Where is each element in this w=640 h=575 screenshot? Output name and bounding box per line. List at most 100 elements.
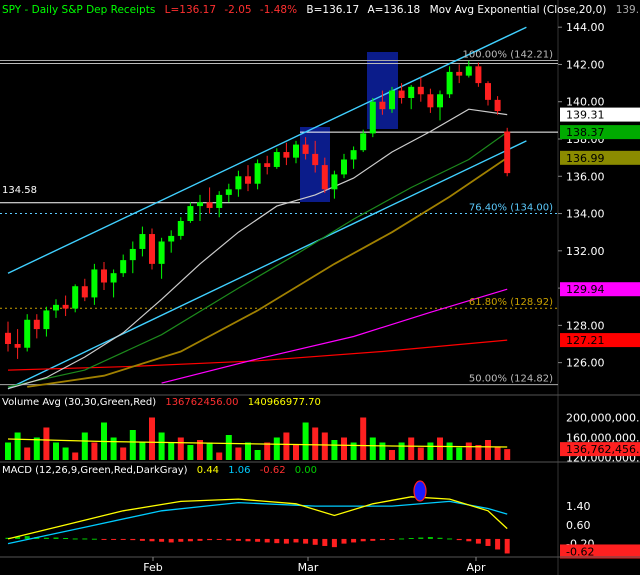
candle-body xyxy=(273,152,280,167)
price-tick-label: 144.00 xyxy=(566,21,605,34)
volume-bar xyxy=(43,427,50,460)
volume-bar xyxy=(149,417,155,460)
price-tick-label: 128.00 xyxy=(566,319,605,332)
x-tick-label: Apr xyxy=(466,561,486,574)
volume-value: 136762456.00 xyxy=(165,397,238,408)
candle-body xyxy=(446,71,453,95)
candle-body xyxy=(206,202,213,208)
volume-tag-label: 136,762,456.00 xyxy=(566,443,640,456)
volume-bar xyxy=(331,440,338,460)
candle-body xyxy=(158,241,165,264)
volume-avg-value: 140966977.70 xyxy=(248,397,321,408)
candle-body xyxy=(129,248,136,261)
macd-histogram-bar xyxy=(331,538,337,548)
candle-body xyxy=(5,332,11,344)
candle-body xyxy=(53,304,59,311)
candle-body xyxy=(302,144,309,154)
macd-histogram-bar xyxy=(283,538,289,544)
candle-body xyxy=(341,159,347,175)
price-axis: 144.00142.00140.00138.00136.00134.00132.… xyxy=(558,21,605,370)
volume-bar xyxy=(216,452,223,460)
macd-histogram-bar xyxy=(72,538,78,540)
macd-histogram-bar xyxy=(475,538,481,544)
candle-body xyxy=(149,234,155,264)
volume-bar xyxy=(321,432,328,460)
indicator-value: 139. xyxy=(616,4,639,16)
macd-tick-label: 0.60 xyxy=(566,519,591,532)
candle-body xyxy=(389,90,395,110)
macd-histogram-bar xyxy=(466,538,472,542)
volume-bar xyxy=(312,427,319,460)
candle-body xyxy=(24,319,31,348)
macd-header: MACD (12,26,9,Green,Red,DarkGray) 0.44 1… xyxy=(2,465,317,476)
candle-body xyxy=(312,153,319,166)
candle-body xyxy=(504,131,511,174)
macd-histogram-bar xyxy=(235,538,241,541)
macd-histogram-bar xyxy=(159,538,165,542)
volume-bar xyxy=(187,445,194,460)
volume-bar xyxy=(417,447,424,460)
macd-tick-label: 1.40 xyxy=(566,500,591,513)
volume-bar xyxy=(485,440,491,460)
macd-histogram-bar xyxy=(303,538,309,544)
volume-bar xyxy=(398,442,405,460)
macd-histogram-bar xyxy=(389,538,395,540)
fib-labels: 100.00% (142.21) 76.40% (134.00) 61.80% (1… xyxy=(463,50,554,385)
volume-header: Volume Avg (30,30,Green,Red) 136762456.0… xyxy=(2,397,321,408)
price-change: -2.05 xyxy=(224,4,251,16)
fib-label: 50.00% (124.82) xyxy=(469,374,553,385)
x-tick-label: Feb xyxy=(143,561,162,574)
stock-chart: SPY - Daily S&P Dep Receipts L=136.17 -2… xyxy=(0,0,640,575)
macd-histogram-bar xyxy=(178,538,184,542)
volume-bars xyxy=(5,417,511,460)
volume-bar xyxy=(446,442,453,460)
candle-body xyxy=(245,176,251,184)
volume-bar xyxy=(360,417,367,460)
price-tick-label: 140.00 xyxy=(566,96,605,109)
bid-price: B=136.17 xyxy=(306,4,359,16)
volume-bar xyxy=(206,442,213,460)
price-tick-label: 142.00 xyxy=(566,58,605,71)
volume-bar xyxy=(120,447,127,460)
volume-bar xyxy=(264,442,271,460)
volume-bar xyxy=(72,452,79,460)
price-tick-label: 136.00 xyxy=(566,170,605,183)
macd-histogram-bar xyxy=(264,538,270,543)
macd-histogram-bar xyxy=(139,538,145,541)
macd-histogram-bar xyxy=(216,538,222,540)
candle-body xyxy=(408,86,415,98)
macd-histogram-bar xyxy=(408,538,414,539)
macd-histogram-bar xyxy=(274,538,280,544)
volume-title: Volume Avg (30,30,Green,Red) xyxy=(2,397,156,408)
candle-body xyxy=(254,163,261,184)
candle-body xyxy=(14,344,21,348)
candle-body xyxy=(110,273,117,283)
macd-axis: 1.400.60-0.20-0.62 xyxy=(560,500,640,559)
candle-body xyxy=(197,202,203,207)
price-grid xyxy=(0,60,558,386)
macd-series xyxy=(5,496,510,554)
volume-bar xyxy=(302,422,309,460)
macd-histogram-bar xyxy=(255,538,261,542)
volume-bar xyxy=(110,437,117,460)
macd-histogram-bar xyxy=(101,538,107,540)
candle-body xyxy=(120,260,127,274)
candle-body xyxy=(379,101,386,110)
macd-histogram-bar xyxy=(111,538,117,540)
volume-axis: 200,000,000.00160,000,000.00120,000,000.… xyxy=(560,412,640,465)
macd-value-1: 0.44 xyxy=(197,465,219,476)
macd-crossover-marker xyxy=(413,480,427,502)
macd-histogram-bar xyxy=(187,538,193,542)
price-tag-label: 129.94 xyxy=(566,283,605,296)
volume-bar xyxy=(408,437,415,460)
price-tag-label: 139.31 xyxy=(566,109,605,122)
volume-bar xyxy=(389,450,395,460)
macd-histogram-bar xyxy=(360,538,366,542)
candle-body xyxy=(101,269,107,283)
volume-bar xyxy=(225,435,232,460)
candle-body xyxy=(91,269,98,298)
last-price: L=136.17 xyxy=(165,4,216,16)
candle-body xyxy=(139,234,146,249)
candle-body xyxy=(293,144,299,158)
macd-title: MACD (12,26,9,Green,Red,DarkGray) xyxy=(2,465,188,476)
